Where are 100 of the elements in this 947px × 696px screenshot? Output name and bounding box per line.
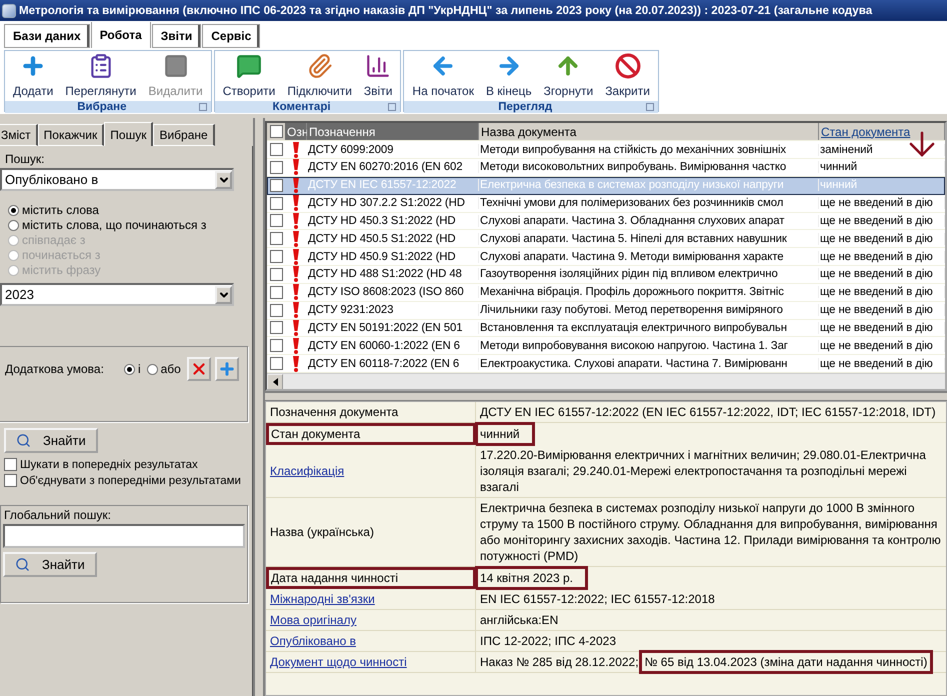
- table-cell: ДСТУ HD 488 S1:2022 (HD 48: [307, 268, 479, 280]
- left-triangle-icon: [272, 378, 278, 386]
- checkbox[interactable]: [4, 474, 17, 487]
- scroll-left-button[interactable]: [267, 374, 283, 389]
- row-checkbox[interactable]: [270, 143, 282, 156]
- find-button[interactable]: Знайти: [3, 552, 97, 577]
- detail-link[interactable]: Опубліковано в: [270, 633, 356, 649]
- find-button[interactable]: Знайти: [4, 428, 98, 453]
- table-cell: ДСТУ ISO 8608:2023 (ISO 860: [307, 286, 479, 298]
- table-row[interactable]: ДСТУ HD 307.2.2 S1:2022 (HD Технічні умови для полімеризованих без розчинників смол ще не введений в дію: [267, 194, 945, 213]
- table-cell: ще не введений в дію: [819, 268, 945, 280]
- radio-option[interactable]: і: [124, 362, 141, 376]
- ribbon-button[interactable]: Створити: [216, 51, 282, 101]
- checkbox[interactable]: [4, 458, 17, 471]
- row-checkbox[interactable]: [270, 321, 282, 334]
- radio-option[interactable]: або: [146, 362, 181, 376]
- ribbon-tab[interactable]: Звіти: [152, 24, 202, 48]
- table-row[interactable]: ДСТУ EN 60118-7:2022 (EN 6 Електроакустика. Слухові апарати. Частина 7. Вимірюванн ще не введений в дію: [267, 355, 945, 373]
- row-checkbox[interactable]: [270, 268, 282, 281]
- row-checkbox[interactable]: [270, 304, 282, 317]
- ribbon-button[interactable]: Підключити: [281, 51, 358, 101]
- table-cell: Слухові апарати. Частина 9. Методи вимірювання характе: [479, 250, 819, 263]
- detail-link[interactable]: Класифікація: [270, 463, 344, 479]
- plus-icon: [218, 360, 236, 378]
- column-header[interactable]: Позначення: [307, 123, 479, 140]
- row-checkbox[interactable]: [270, 214, 282, 228]
- exclamation-icon: [293, 230, 299, 247]
- field-label: Пошук:: [4, 152, 46, 168]
- table-row[interactable]: ДСТУ EN 60270:2016 (EN 602 Методи високовольтних випробувань. Вимірювання частко чинний: [267, 159, 945, 177]
- ribbon-button[interactable]: На початок: [406, 51, 480, 101]
- table-row[interactable]: ДСТУ HD 450.3 S1:2022 (HD Слухові апарати. Частина 3. Обладнання слухових апарат ще не введений в дію: [267, 212, 945, 230]
- detail-value: англійська:EN: [480, 612, 558, 628]
- value-dropdown[interactable]: 2023: [0, 283, 234, 306]
- remove-button[interactable]: [186, 357, 211, 381]
- table-cell: ще не введений в дію: [819, 232, 945, 245]
- table-cell: чинний: [819, 161, 945, 174]
- group-title: Коментарі: [272, 101, 332, 113]
- dialog-launcher-icon[interactable]: [646, 103, 654, 111]
- detail-link[interactable]: Документ щодо чинності: [270, 654, 407, 670]
- table-cell: Газоутворення ізоляційних рідин під впливом електрично: [479, 268, 819, 280]
- row-checkbox[interactable]: [270, 286, 282, 299]
- app-icon: [2, 4, 16, 18]
- row-checkbox[interactable]: [270, 232, 282, 246]
- row-checkbox[interactable]: [270, 250, 282, 264]
- select-all-checkbox[interactable]: [270, 125, 282, 138]
- panel-tab[interactable]: Вибране: [153, 124, 215, 146]
- ribbon-button[interactable]: В кінець: [480, 51, 538, 101]
- table-row[interactable]: ДСТУ HD 450.9 S1:2022 (HD Слухові апарати. Частина 9. Методи вимірювання характе ще не введений в дію: [267, 248, 945, 266]
- ribbon-button[interactable]: Звіти: [358, 51, 398, 101]
- table-cell: ще не введений в дію: [819, 358, 945, 370]
- table-cell: Технічні умови для полімеризованих без розчинників смол: [479, 197, 819, 210]
- panel-tab[interactable]: Зміст: [0, 124, 38, 146]
- ribbon-button[interactable]: Переглянути: [59, 51, 142, 101]
- dialog-launcher-icon[interactable]: [388, 103, 396, 111]
- ribbon-tab[interactable]: Бази даних: [4, 24, 90, 48]
- checkbox-option[interactable]: Об'єднувати з попередніми результатами: [0, 474, 252, 487]
- ribbon-button[interactable]: Згорнути: [538, 51, 600, 101]
- row-checkbox[interactable]: [270, 160, 282, 174]
- group-title: Вибране: [76, 101, 128, 113]
- radio-option[interactable]: містить слова: [8, 203, 252, 217]
- ribbon-button[interactable]: Додати: [7, 51, 60, 101]
- row-checkbox[interactable]: [270, 196, 282, 210]
- column-header[interactable]: Назва документа: [479, 123, 819, 140]
- panel-tab[interactable]: Покажчик: [38, 124, 104, 146]
- panel-tab[interactable]: Пошук: [104, 122, 154, 146]
- row-checkbox[interactable]: [270, 178, 282, 192]
- table-cell: Слухові апарати. Частина 5. Ніпелі для вставних навушник: [479, 232, 819, 245]
- detail-value: EN IEC 61557-12:2022; IEC 61557-12:2018: [480, 591, 715, 607]
- ribbon-button[interactable]: Закрити: [599, 51, 656, 101]
- exclamation-icon: [293, 338, 299, 354]
- global-search-field[interactable]: [3, 524, 245, 548]
- table-row[interactable]: ДСТУ ISO 8608:2023 (ISO 860 Механічна вібрація. Профіль дорожнього покриття. Звітніс ще не введений в дію: [267, 284, 945, 302]
- table-row[interactable]: ДСТУ HD 450.5 S1:2022 (HD Слухові апарати. Частина 5. Ніпелі для вставних навушник ще не введений в дію: [267, 230, 945, 248]
- ribbon-tab[interactable]: Робота: [90, 22, 151, 48]
- table-cell: ДСТУ 9231:2023: [307, 304, 479, 316]
- ribbon-tab[interactable]: Сервіс: [202, 24, 260, 48]
- table-cell: ДСТУ EN 50191:2022 (EN 501: [307, 322, 479, 334]
- row-checkbox[interactable]: [270, 339, 282, 352]
- detail-link[interactable]: Міжнародні зв'язки: [270, 591, 375, 607]
- add-button[interactable]: [214, 357, 239, 381]
- field-dropdown[interactable]: Опубліковано в: [0, 168, 234, 191]
- dialog-launcher-icon[interactable]: [198, 103, 207, 111]
- row-checkbox[interactable]: [270, 357, 282, 370]
- table-cell: чинний: [819, 179, 945, 192]
- table-row[interactable]: ДСТУ HD 488 S1:2022 (HD 48 Газоутворення ізоляційних рідин під впливом електрично ще не введений в дію: [267, 266, 945, 284]
- table-cell: ДСТУ 6099:2009: [307, 144, 479, 156]
- radio-option[interactable]: містить слова, що починаються з: [8, 218, 252, 232]
- column-header[interactable]: Стан документа: [819, 123, 945, 140]
- table-row[interactable]: ДСТУ 6099:2009 Методи випробування на стійкість до механічних зовнішніх замінений: [267, 141, 945, 160]
- radio-button[interactable]: [8, 220, 19, 230]
- radio-button[interactable]: [124, 364, 135, 374]
- checkbox-option[interactable]: Шукати в попередніх результатах: [0, 458, 252, 471]
- table-cell: Методи високовольтних випробувань. Вимірювання частко: [479, 161, 819, 174]
- radio-button[interactable]: [146, 364, 158, 374]
- table-row[interactable]: ДСТУ EN 50191:2022 (EN 501 Встановлення та експлуатація електричного випробувальн ще не введений в дію: [267, 320, 945, 338]
- radio-button[interactable]: [8, 204, 19, 216]
- table-row[interactable]: ДСТУ 9231:2023 Лічильники газу побутові. Метод перетворення виміряного ще не введений в дію: [267, 302, 945, 320]
- table-row[interactable]: ДСТУ EN 60060-1:2022 (EN 6 Методи випробовування високою напругою. Частина 1. Заг ще не введений в дію: [267, 337, 945, 356]
- condition-label: Додаткова умова:: [5, 362, 104, 376]
- detail-link[interactable]: Мова оригіналу: [270, 612, 356, 628]
